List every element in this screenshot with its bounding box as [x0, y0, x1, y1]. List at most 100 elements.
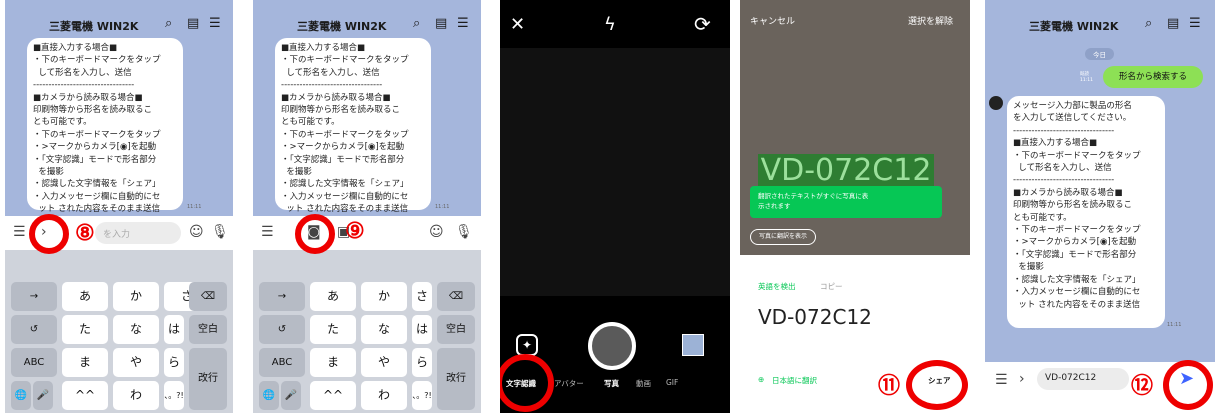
message-input[interactable]: VD-072C12: [1037, 368, 1129, 390]
notes-icon[interactable]: ▤: [187, 16, 199, 31]
key-ta[interactable]: た: [62, 315, 108, 344]
key-punct[interactable]: 、。?!: [164, 381, 184, 410]
key-ya[interactable]: や: [113, 348, 159, 377]
screenshot-5: 三菱電機 WIN2K ⌕ ▤ ☰ 今日 既読 11:11 形名から検索する メッ…: [985, 0, 1215, 413]
highlight-ring: [500, 354, 554, 412]
key-ma[interactable]: ま: [62, 348, 108, 377]
close-icon[interactable]: ✕: [510, 14, 525, 35]
camera-viewfinder: [500, 48, 730, 296]
translate-button[interactable]: 日本語に翻訳: [772, 375, 817, 386]
menu-icon[interactable]: ☰: [13, 224, 26, 240]
search-icon[interactable]: ⌕: [1145, 16, 1152, 31]
sent-message: 形名から検索する: [1103, 66, 1203, 88]
tab-avatar[interactable]: アバター: [554, 378, 584, 389]
rotate-icon[interactable]: ⟳: [694, 12, 711, 36]
globe-icon[interactable]: 🌐: [259, 381, 279, 410]
menu-icon[interactable]: ☰: [209, 16, 221, 31]
chat-title: 三菱電機 WIN2K: [1029, 20, 1119, 33]
message-time: 11:11: [187, 204, 202, 210]
notes-icon[interactable]: ▤: [435, 16, 447, 31]
key-backspace[interactable]: ⌫: [189, 282, 227, 311]
key-ha[interactable]: は: [164, 315, 184, 344]
menu-icon[interactable]: ☰: [261, 224, 274, 240]
key-ma[interactable]: ま: [310, 348, 356, 377]
message-time: 11:11: [1167, 322, 1182, 328]
key-ha[interactable]: は: [412, 315, 432, 344]
key-na[interactable]: な: [361, 315, 407, 344]
search-icon[interactable]: ⌕: [413, 16, 420, 31]
key-a[interactable]: あ: [310, 282, 356, 311]
key-return[interactable]: 改行: [437, 348, 475, 410]
key-a[interactable]: あ: [62, 282, 108, 311]
effects-icon[interactable]: ✦: [516, 334, 538, 356]
key-arrow[interactable]: →: [259, 282, 305, 311]
keyboard: → あ か さ ⌫ ↺ た な は 空白 ABC ま や ら 改行 🌐 🎤 ^^…: [5, 250, 233, 413]
expand-chevron-icon[interactable]: ›: [1019, 371, 1025, 387]
globe-icon[interactable]: 🌐: [11, 381, 31, 410]
screenshot-1: 三菱電機 WIN2K ⌕ ▤ ☰ ■直接入力する場合■ ・下のキーボードマークを…: [5, 0, 233, 413]
key-return[interactable]: 改行: [189, 348, 227, 410]
key-na[interactable]: な: [113, 315, 159, 344]
input-bar: ☰ ◙ ▣ ☺ 🎙: [253, 216, 481, 250]
tab-photo[interactable]: 写真: [604, 378, 619, 389]
key-arrow[interactable]: →: [11, 282, 57, 311]
recognized-text[interactable]: VD-072C12: [758, 154, 934, 188]
step-number: ⑧: [75, 220, 95, 246]
bot-message: メッセージ入力部に製品の形名 を入力して送信してください。 ----------…: [1007, 96, 1165, 328]
gallery-thumbnail[interactable]: [682, 334, 704, 356]
chat-title: 三菱電機 WIN2K: [297, 20, 387, 33]
key-sa[interactable]: さ: [412, 282, 432, 311]
menu-icon[interactable]: ☰: [457, 16, 469, 31]
highlight-ring: [1163, 360, 1213, 410]
mic-icon[interactable]: 🎙: [455, 224, 473, 240]
key-backspace[interactable]: ⌫: [437, 282, 475, 311]
step-number: ⑪: [878, 373, 901, 399]
emoji-icon[interactable]: ☺: [429, 224, 444, 240]
mic-icon[interactable]: 🎙: [211, 224, 229, 240]
cancel-button[interactable]: キャンセル: [750, 14, 795, 27]
key-abc[interactable]: ABC: [11, 348, 57, 377]
key-punct[interactable]: 、。?!: [412, 381, 432, 410]
show-translation-button[interactable]: 写真に翻訳を表示: [750, 229, 817, 245]
message-time: 11:11: [435, 204, 450, 210]
key-ra[interactable]: ら: [164, 348, 184, 377]
tab-gif[interactable]: GIF: [666, 378, 678, 387]
copy-button[interactable]: コピー: [820, 281, 843, 292]
key-space[interactable]: 空白: [189, 315, 227, 344]
menu-icon[interactable]: ☰: [995, 372, 1008, 388]
deselect-button[interactable]: 選択を解除: [908, 14, 953, 27]
notes-icon[interactable]: ▤: [1167, 16, 1179, 31]
message-input[interactable]: を入力: [95, 222, 181, 244]
chat-title: 三菱電機 WIN2K: [49, 20, 139, 33]
emoji-icon[interactable]: ☺: [189, 224, 204, 240]
key-ka[interactable]: か: [361, 282, 407, 311]
mic-icon[interactable]: 🎤: [281, 381, 301, 410]
chat-header: 三菱電機 WIN2K ⌕ ▤ ☰: [5, 14, 233, 36]
result-text: VD-072C12: [758, 305, 872, 329]
shutter-button[interactable]: [588, 322, 636, 370]
flash-icon[interactable]: ϟ: [604, 14, 616, 35]
menu-icon[interactable]: ☰: [1189, 16, 1201, 31]
key-ra[interactable]: ら: [412, 348, 432, 377]
chat-header: 三菱電機 WIN2K ⌕ ▤ ☰: [985, 14, 1215, 36]
key-ta[interactable]: た: [310, 315, 356, 344]
key-undo[interactable]: ↺: [259, 315, 305, 344]
chat-header: 三菱電機 WIN2K ⌕ ▤ ☰: [253, 14, 481, 36]
key-kaomoji[interactable]: ^^: [310, 381, 356, 410]
tab-video[interactable]: 動画: [636, 378, 651, 389]
detected-language: 英語を検出: [758, 282, 796, 291]
step-number: ⑨: [345, 218, 365, 244]
key-ya[interactable]: や: [361, 348, 407, 377]
step-number: ⑫: [1131, 373, 1154, 399]
key-abc[interactable]: ABC: [259, 348, 305, 377]
mic-icon[interactable]: 🎤: [33, 381, 53, 410]
key-kaomoji[interactable]: ^^: [62, 381, 108, 410]
key-space[interactable]: 空白: [437, 315, 475, 344]
key-wa[interactable]: わ: [113, 381, 159, 410]
read-receipt: 既読 11:11: [1080, 72, 1093, 83]
key-ka[interactable]: か: [113, 282, 159, 311]
key-wa[interactable]: わ: [361, 381, 407, 410]
search-icon[interactable]: ⌕: [165, 16, 172, 31]
screenshot-3: ✕ ϟ ⟳ ✦ 文字認識 アバター 写真 動画 GIF ⑩: [500, 0, 730, 413]
key-undo[interactable]: ↺: [11, 315, 57, 344]
